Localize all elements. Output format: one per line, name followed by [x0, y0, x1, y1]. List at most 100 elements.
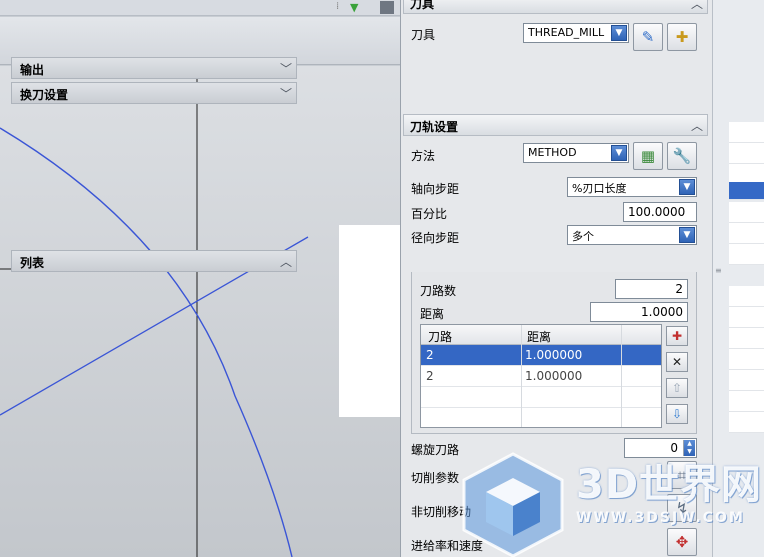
top-toolbar-strip: ⁞ ▼ — [0, 0, 400, 16]
navigator-row[interactable] — [729, 202, 764, 223]
output-label: 输出 — [20, 63, 45, 77]
radial-step-value: 多个 — [572, 230, 594, 243]
cut-params-button[interactable]: ⌗ — [667, 461, 697, 489]
axial-step-label: 轴向步距 — [411, 182, 460, 196]
chevron-up-icon[interactable]: ︿ — [280, 253, 292, 270]
navigator-row[interactable] — [729, 412, 764, 433]
move-down-icon: ⇩ — [671, 407, 683, 421]
feed-speed-button[interactable]: ✥ — [667, 528, 697, 556]
tool-select-value: THREAD_MILL — [528, 26, 605, 39]
method-select-value: METHOD — [528, 146, 577, 159]
navigator-row-selected[interactable] — [729, 182, 764, 200]
tool-new-icon: ✚ — [675, 28, 689, 46]
non-cut-moves-label: 非切削移动 — [411, 505, 472, 519]
navigator-row[interactable] — [729, 370, 764, 391]
passes-value: 2 — [675, 282, 683, 296]
table-row-empty — [421, 387, 661, 408]
tool-change-label: 换刀设置 — [20, 88, 69, 102]
distance-value: 1.0000 — [641, 305, 683, 319]
tool-section-title: 刀具 — [410, 0, 435, 11]
resize-grip-icon[interactable]: ≡ — [715, 266, 723, 276]
chevron-down-icon[interactable]: ▼ — [611, 145, 627, 161]
navigator-row[interactable] — [729, 328, 764, 349]
navigator-row[interactable] — [729, 122, 764, 143]
cut-params-label: 切削参数 — [411, 471, 460, 485]
non-cut-moves-button[interactable]: ↯ — [667, 494, 697, 522]
axial-step-value: %刃口长度 — [572, 182, 627, 195]
chevron-down-icon[interactable]: ﹀ — [280, 60, 292, 77]
tool-label: 刀具 — [411, 28, 436, 42]
table-row[interactable]: 2 1.000000 — [421, 366, 661, 387]
column-divider — [521, 325, 522, 427]
chevron-down-icon[interactable]: ﹀ — [280, 85, 292, 102]
graphics-viewport[interactable] — [0, 66, 400, 557]
path-settings-section-header[interactable]: 刀轨设置 ︿ — [403, 114, 708, 136]
navigator-row[interactable] — [729, 223, 764, 244]
navigator-row[interactable] — [729, 286, 764, 307]
path-settings-title: 刀轨设置 — [410, 120, 459, 134]
tool-section-header[interactable]: 刀具 ︿ — [403, 0, 708, 14]
navigator-strip: ≡ — [712, 0, 764, 557]
move-up-button[interactable]: ⇧ — [666, 378, 688, 398]
pass-table: 刀路 距离 2 1.000000 2 1.000000 — [420, 324, 662, 428]
delete-row-icon: ✕ — [671, 355, 683, 369]
move-down-button[interactable]: ⇩ — [666, 404, 688, 424]
spiral-passes-label: 螺旋刀路 — [411, 443, 460, 457]
percent-value: 100.0000 — [628, 205, 686, 219]
column-header-distance[interactable]: 距离 — [527, 328, 551, 345]
radial-step-label: 径向步距 — [411, 231, 460, 245]
cut-params-icon: ⌗ — [677, 466, 687, 484]
filter-arrow-icon[interactable]: ▼ — [350, 1, 358, 14]
method-display-button[interactable]: 🔧 — [667, 142, 697, 170]
non-cut-icon: ↯ — [675, 499, 689, 517]
spiral-passes-value: 0 — [670, 441, 678, 455]
tool-select[interactable]: THREAD_MILL ▼ — [523, 23, 629, 43]
chevron-up-icon[interactable]: ︿ — [691, 117, 703, 134]
chevron-down-icon[interactable]: ▼ — [679, 227, 695, 243]
navigator-row[interactable] — [729, 349, 764, 370]
distance-label: 距离 — [420, 307, 445, 321]
distance-input[interactable]: 1.0000 — [590, 302, 688, 322]
method-select[interactable]: METHOD ▼ — [523, 143, 629, 163]
tool-edit-button[interactable]: ✎ — [633, 23, 663, 51]
navigator-row[interactable] — [729, 143, 764, 164]
table-row[interactable]: 2 1.000000 — [421, 345, 661, 366]
radial-step-select[interactable]: 多个 ▼ — [567, 225, 697, 245]
chevron-up-icon[interactable]: ︿ — [691, 0, 703, 12]
tool-change-subsection-header[interactable]: 换刀设置 ﹀ — [11, 82, 297, 104]
delete-row-button[interactable]: ✕ — [666, 352, 688, 372]
spinner-icon[interactable]: ▲ ▼ — [683, 440, 695, 456]
add-row-button[interactable]: ✚ — [666, 326, 688, 346]
feed-speed-label: 进给率和速度 — [411, 539, 484, 553]
method-edit-button[interactable]: ▦ — [633, 142, 663, 170]
method-edit-icon: ▦ — [640, 147, 656, 165]
cell-distance: 1.000000 — [525, 348, 583, 362]
passes-label: 刀路数 — [420, 284, 457, 298]
method-label: 方法 — [411, 149, 436, 163]
toolbar-button[interactable] — [380, 1, 394, 14]
axial-step-select[interactable]: %刃口长度 ▼ — [567, 177, 697, 197]
navigator-row[interactable] — [729, 391, 764, 412]
list-subsection-header[interactable]: 列表 ︿ — [11, 250, 297, 272]
spiral-passes-input[interactable]: 0 ▲ ▼ — [624, 438, 697, 458]
column-header-pass[interactable]: 刀路 — [428, 328, 452, 345]
add-row-icon: ✚ — [671, 329, 683, 343]
navigator-row[interactable] — [729, 307, 764, 328]
passes-input[interactable]: 2 — [615, 279, 688, 299]
table-header: 刀路 距离 — [421, 325, 661, 345]
move-up-icon: ⇧ — [671, 381, 683, 395]
chevron-down-icon[interactable]: ▼ — [611, 25, 627, 41]
cell-distance: 1.000000 — [525, 369, 583, 383]
output-subsection-header[interactable]: 输出 ﹀ — [11, 57, 297, 79]
tool-edit-icon: ✎ — [641, 28, 655, 46]
cell-pass: 2 — [426, 348, 434, 362]
toolbar-separator: ⁞ — [336, 1, 340, 12]
cell-pass: 2 — [426, 369, 434, 383]
percent-input[interactable]: 100.0000 — [623, 202, 697, 222]
navigator-row[interactable] — [729, 244, 764, 265]
chevron-down-icon[interactable]: ▼ — [679, 179, 695, 195]
column-divider — [621, 325, 622, 427]
tool-new-button[interactable]: ✚ — [667, 23, 697, 51]
feed-speed-icon: ✥ — [675, 533, 689, 551]
percent-label: 百分比 — [411, 207, 448, 221]
